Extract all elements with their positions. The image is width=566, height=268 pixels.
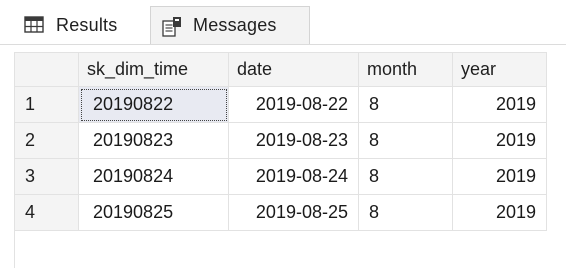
table-row: 1 20190822 2019-08-22 8 2019: [14, 86, 547, 123]
column-header-date[interactable]: date: [228, 52, 359, 87]
cell-sk-dim-time[interactable]: 20190825: [78, 194, 229, 231]
result-tabs: Results Messages: [0, 0, 566, 46]
cell-month[interactable]: 8: [358, 158, 453, 195]
row-number[interactable]: 3: [14, 158, 79, 195]
cell-month[interactable]: 8: [358, 86, 453, 123]
row-number[interactable]: 4: [14, 194, 79, 231]
cell-date[interactable]: 2019-08-22: [228, 86, 359, 123]
cell-sk-dim-time[interactable]: 20190822: [78, 86, 229, 123]
cell-date[interactable]: 2019-08-23: [228, 122, 359, 159]
table-row: 4 20190825 2019-08-25 8 2019: [14, 194, 547, 231]
row-number[interactable]: 2: [14, 122, 79, 159]
column-header-month[interactable]: month: [358, 52, 453, 87]
cell-month[interactable]: 8: [358, 194, 453, 231]
cell-month[interactable]: 8: [358, 122, 453, 159]
table-row: 2 20190823 2019-08-23 8 2019: [14, 122, 547, 159]
row-number[interactable]: 1: [14, 86, 79, 123]
column-header-year[interactable]: year: [452, 52, 547, 87]
tab-messages-label: Messages: [193, 15, 277, 35]
cell-year[interactable]: 2019: [452, 122, 547, 159]
messages-icon: [161, 16, 181, 37]
grid-header-row: sk_dim_time date month year: [14, 52, 547, 87]
results-grid: sk_dim_time date month year 1 20190822 2…: [14, 52, 547, 231]
column-header-sk-dim-time[interactable]: sk_dim_time: [78, 52, 229, 87]
row-header-corner[interactable]: [14, 52, 79, 87]
cell-year[interactable]: 2019: [452, 158, 547, 195]
cell-year[interactable]: 2019: [452, 86, 547, 123]
cell-date[interactable]: 2019-08-25: [228, 194, 359, 231]
tab-divider: [0, 44, 566, 45]
table-row: 3 20190824 2019-08-24 8 2019: [14, 158, 547, 195]
cell-date[interactable]: 2019-08-24: [228, 158, 359, 195]
cell-year[interactable]: 2019: [452, 194, 547, 231]
grid-icon: [24, 15, 44, 35]
cell-sk-dim-time[interactable]: 20190823: [78, 122, 229, 159]
tab-messages[interactable]: Messages: [150, 6, 310, 44]
tab-results-label: Results: [56, 14, 118, 35]
cell-sk-dim-time[interactable]: 20190824: [78, 158, 229, 195]
results-pane: Results Messages sk_dim_time date month …: [0, 0, 566, 268]
tab-results[interactable]: Results: [14, 6, 148, 44]
